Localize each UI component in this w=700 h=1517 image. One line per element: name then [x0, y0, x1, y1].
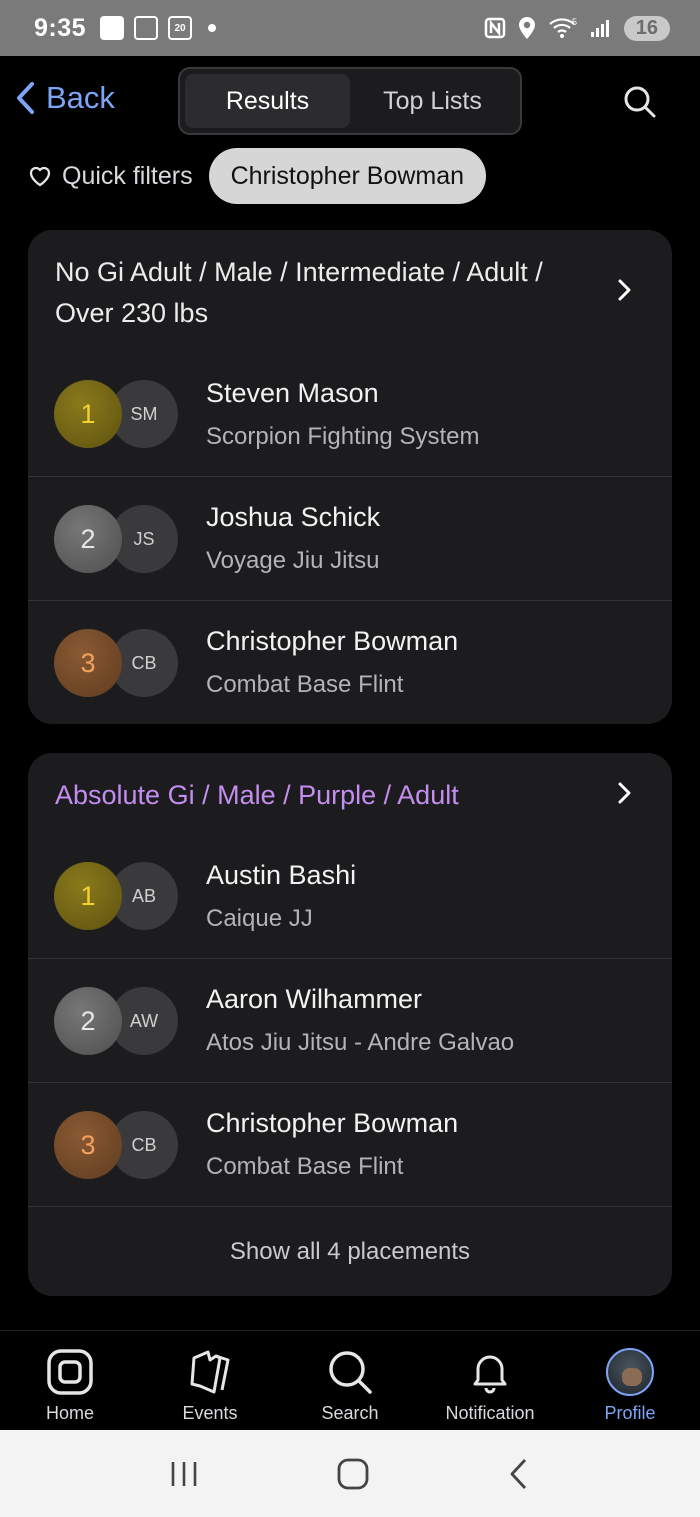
wifi-icon: 5	[549, 17, 577, 38]
filter-bar: Quick filters Christopher Bowman	[28, 148, 487, 204]
status-time: 9:35	[34, 13, 87, 42]
nav-search-label: Search	[321, 1403, 379, 1423]
placement-row[interactable]: CB 3 Christopher Bowman Combat Base Flin…	[28, 600, 672, 724]
rank-badge-bronze: 3	[54, 1111, 122, 1179]
placement-badges: SM 1	[28, 352, 206, 476]
status-left-icons: 20	[100, 16, 217, 40]
location-icon	[518, 17, 535, 39]
system-nav-bar	[0, 1430, 700, 1517]
bell-icon	[465, 1347, 515, 1397]
rank-badge-silver: 2	[54, 505, 122, 573]
chevron-right-icon	[618, 782, 631, 804]
rank-badge-silver: 2	[54, 987, 122, 1055]
chevron-left-icon	[17, 82, 34, 114]
show-all-placements-button[interactable]: Show all 4 placements	[28, 1206, 672, 1296]
athlete-team: Scorpion Fighting System	[206, 422, 480, 450]
nav-home-label: Home	[45, 1403, 94, 1423]
bottom-nav: Home Events Search Notification Profile	[0, 1330, 700, 1430]
back-label: Back	[46, 80, 115, 115]
system-back-icon[interactable]	[507, 1457, 531, 1491]
network-type-label: 5	[572, 17, 577, 27]
placement-badges: CB 3	[28, 601, 206, 724]
nav-events-label: Events	[182, 1403, 238, 1423]
athlete-name: Steven Mason	[206, 377, 379, 408]
athlete-name: Aaron Wilhammer	[206, 984, 423, 1014]
division-card: Absolute Gi / Male / Purple / Adult AB 1…	[28, 753, 672, 1296]
placement-row[interactable]: JS 2 Joshua Schick Voyage Jiu Jitsu	[28, 476, 672, 600]
app-notification-icon	[100, 16, 125, 40]
rank-badge-bronze: 3	[54, 629, 122, 697]
athlete-info: Joshua Schick Voyage Jiu Jitsu	[206, 502, 380, 575]
division-title: Absolute Gi / Male / Purple / Adult	[55, 780, 459, 810]
nav-profile[interactable]: Profile	[560, 1331, 700, 1430]
profile-avatar-icon	[605, 1347, 655, 1397]
nfc-icon	[484, 17, 505, 39]
back-button[interactable]: Back	[14, 80, 115, 116]
battery-indicator: 16	[623, 15, 670, 41]
home-icon	[45, 1347, 95, 1397]
athlete-name: Christopher Bowman	[206, 1108, 459, 1138]
athlete-team: Combat Base Flint	[206, 671, 404, 698]
nav-notification[interactable]: Notification	[420, 1331, 560, 1430]
recent-apps-icon[interactable]	[169, 1459, 199, 1489]
rank-badge-gold: 1	[54, 380, 122, 448]
search-icon	[325, 1347, 375, 1397]
placement-row[interactable]: SM 1 Steven Mason Scorpion Fighting Syst…	[28, 352, 672, 476]
athlete-name: Joshua Schick	[206, 502, 381, 532]
division-header[interactable]: Absolute Gi / Male / Purple / Adult	[28, 753, 672, 825]
filter-chip-christopher-bowman[interactable]: Christopher Bowman	[208, 148, 487, 204]
profile-avatar	[606, 1348, 654, 1396]
division-header[interactable]: No Gi Adult / Male / Intermediate / Adul…	[28, 230, 672, 342]
placement-badges: CB 3	[28, 1083, 206, 1206]
search-icon[interactable]	[622, 84, 658, 120]
tab-top-lists[interactable]: Top Lists	[350, 74, 515, 128]
athlete-team: Atos Jiu Jitsu - Andre Galvao	[206, 1029, 515, 1056]
quick-filters-button[interactable]: Quick filters	[28, 162, 193, 191]
status-right-icons: 5 16	[484, 15, 670, 41]
placement-badges: AB 1	[28, 834, 206, 958]
athlete-info: Christopher Bowman Combat Base Flint	[206, 1108, 458, 1181]
athlete-info: Aaron Wilhammer Atos Jiu Jitsu - Andre G…	[206, 984, 514, 1057]
athlete-team: Combat Base Flint	[206, 1153, 404, 1180]
rank-badge-gold: 1	[54, 862, 122, 930]
athlete-name: Christopher Bowman	[206, 626, 459, 656]
heart-icon	[29, 166, 51, 187]
athlete-info: Austin Bashi Caique JJ	[206, 860, 356, 933]
placement-badges: AW 2	[28, 959, 206, 1082]
top-header: Back Results Top Lists	[0, 56, 700, 146]
athlete-name: Austin Bashi	[206, 859, 357, 890]
screenshot-icon	[134, 16, 159, 40]
tab-results[interactable]: Results	[185, 74, 350, 128]
nav-events[interactable]: Events	[140, 1331, 280, 1430]
athlete-info: Christopher Bowman Combat Base Flint	[206, 626, 458, 699]
nav-profile-label: Profile	[604, 1403, 656, 1423]
division-title: No Gi Adult / Male / Intermediate / Adul…	[55, 257, 543, 328]
athlete-team: Voyage Jiu Jitsu	[206, 547, 380, 574]
nav-notification-label: Notification	[445, 1403, 535, 1423]
calendar-icon: 20	[168, 16, 193, 40]
status-bar: 9:35 20 5 16	[0, 0, 700, 56]
nav-home[interactable]: Home	[0, 1331, 140, 1430]
athlete-info: Steven Mason Scorpion Fighting System	[206, 378, 479, 451]
chevron-right-icon	[618, 279, 631, 301]
more-notifications-dot	[208, 24, 217, 32]
home-button-icon[interactable]	[336, 1457, 370, 1491]
placement-row[interactable]: AB 1 Austin Bashi Caique JJ	[28, 834, 672, 958]
nav-search[interactable]: Search	[280, 1331, 420, 1430]
quick-filters-label: Quick filters	[62, 161, 193, 190]
events-icon	[185, 1347, 235, 1397]
results-toplists-toggle: Results Top Lists	[178, 67, 522, 135]
division-card: No Gi Adult / Male / Intermediate / Adul…	[28, 230, 672, 724]
placement-row[interactable]: AW 2 Aaron Wilhammer Atos Jiu Jitsu - An…	[28, 958, 672, 1082]
athlete-team: Caique JJ	[206, 904, 313, 932]
placement-badges: JS 2	[28, 477, 206, 600]
placement-row[interactable]: CB 3 Christopher Bowman Combat Base Flin…	[28, 1082, 672, 1206]
signal-icon	[590, 20, 609, 37]
